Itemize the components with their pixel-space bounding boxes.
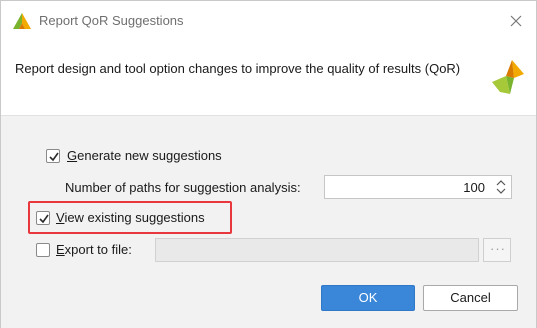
generate-suggestions-label[interactable]: Generate new suggestions bbox=[67, 148, 222, 163]
view-suggestions-checkbox[interactable] bbox=[36, 211, 50, 225]
view-label-rest: iew existing suggestions bbox=[64, 210, 205, 225]
view-suggestions-label[interactable]: View existing suggestions bbox=[56, 210, 205, 225]
spinner-arrows-icon[interactable] bbox=[495, 178, 507, 196]
paths-value[interactable]: 100 bbox=[463, 180, 485, 195]
cancel-button[interactable]: Cancel bbox=[423, 285, 518, 311]
dialog-description: Report design and tool option changes to… bbox=[15, 61, 461, 76]
browse-label: ··· bbox=[490, 241, 506, 256]
header-panel: Report design and tool option changes to… bbox=[1, 42, 536, 115]
export-file-input[interactable] bbox=[155, 238, 479, 262]
export-file-label[interactable]: Export to file: bbox=[56, 242, 132, 257]
export-label-rest: xport to file: bbox=[64, 242, 132, 257]
report-qor-suggestions-dialog: Report QoR Suggestions Report design and… bbox=[0, 0, 537, 328]
vivado-logo-icon bbox=[486, 56, 526, 96]
generate-suggestions-checkbox[interactable] bbox=[46, 149, 60, 163]
close-icon[interactable] bbox=[506, 11, 526, 31]
checkmark-icon bbox=[49, 152, 59, 162]
paths-spinner[interactable]: 100 bbox=[324, 175, 512, 199]
window-title: Report QoR Suggestions bbox=[39, 13, 184, 28]
title-bar: Report QoR Suggestions bbox=[1, 1, 536, 41]
generate-label-rest: enerate new suggestions bbox=[77, 148, 222, 163]
paths-label: Number of paths for suggestion analysis: bbox=[65, 180, 301, 195]
vivado-logo-icon bbox=[13, 13, 31, 29]
ok-button[interactable]: OK bbox=[321, 285, 415, 311]
export-mnemonic: E bbox=[56, 242, 65, 257]
browse-button[interactable]: ··· bbox=[483, 238, 511, 262]
generate-mnemonic: G bbox=[67, 148, 78, 163]
checkmark-icon bbox=[39, 214, 49, 224]
export-file-checkbox[interactable] bbox=[36, 243, 50, 257]
